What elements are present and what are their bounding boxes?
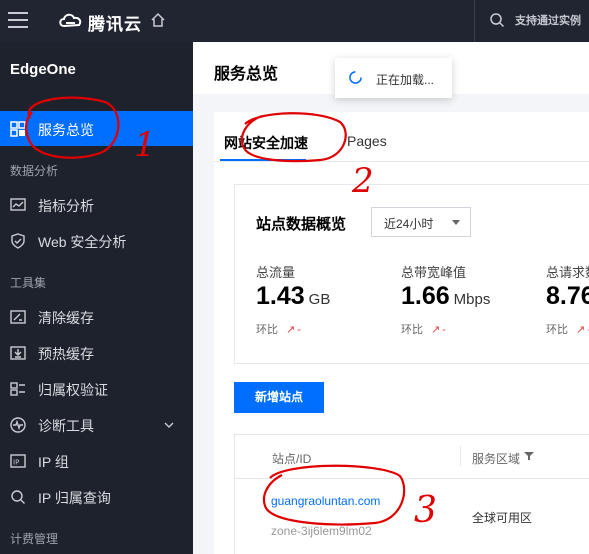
verify-icon <box>10 382 25 396</box>
main-content: 服务总览 正在加载... 网站安全加速 Pages 站点数据概览 近24小时 总… <box>193 42 589 554</box>
loading-text: 正在加载... <box>376 73 435 87</box>
page-header: 服务总览 正在加载... <box>193 42 589 98</box>
content-panel: 网站安全加速 Pages 站点数据概览 近24小时 总流量 1.43 GB 环比 ↗… <box>214 112 589 554</box>
trend-up-icon: ↗ <box>286 324 296 336</box>
active-tab-indicator <box>220 159 306 161</box>
spinner-icon <box>349 71 362 84</box>
sidebar-item-label: IP 组 <box>38 454 69 470</box>
search-icon <box>490 13 505 28</box>
metric-total-requests: 总请求数 8.76 环比↗- <box>546 262 589 362</box>
time-range-select[interactable]: 近24小时 <box>371 207 471 237</box>
zone-id: zone-3ij6lem9lm02 <box>271 524 372 538</box>
global-search[interactable]: 支持通过实例 <box>474 0 589 42</box>
sidebar-item-label: 清除缓存 <box>38 310 94 326</box>
search-icon <box>11 490 25 504</box>
search-placeholder: 支持通过实例 <box>515 15 581 27</box>
sidebar-item-label: 诊断工具 <box>38 418 94 434</box>
sidebar: EdgeOne 服务总览 数据分析 指标分析 Web 安全分析 工具集 清除缓存 <box>0 42 193 554</box>
tencent-cloud-logo-icon <box>59 13 82 28</box>
metric-compare: 环比↗- <box>256 324 301 336</box>
metric-value: 1.43 GB <box>256 282 331 310</box>
download-icon <box>10 346 26 360</box>
home-icon[interactable] <box>150 12 166 28</box>
table-row: guangraoluntan.com zone-3ij6lem9lm02 全球可… <box>235 479 589 554</box>
sidebar-item-label: 指标分析 <box>38 198 94 214</box>
ip-icon: IP <box>10 454 26 468</box>
site-data-overview: 站点数据概览 近24小时 总流量 1.43 GB 环比 ↗ - 总带宽峰值 1.66 M… <box>234 184 589 364</box>
column-header-site: 站点/ID <box>272 452 312 466</box>
sidebar-item-label: IP 归属查询 <box>38 490 111 506</box>
loading-toast: 正在加载... <box>335 58 452 98</box>
brand-name[interactable]: 腾讯云 <box>88 10 142 35</box>
sidebar-item-label: 归属权验证 <box>38 382 108 398</box>
metric-compare: 环比↗- <box>546 324 589 336</box>
chevron-down-icon[interactable] <box>163 419 175 431</box>
metric-unit: GB <box>308 291 331 308</box>
site-table: 站点/ID 服务区域 guangraoluntan.com zone-3ij6l… <box>234 434 589 554</box>
metric-label: 总流量 <box>256 265 296 280</box>
tab-site-security[interactable]: 网站安全加速 <box>224 133 308 153</box>
group-data-analysis: 数据分析 <box>10 164 59 178</box>
overview-title: 站点数据概览 <box>256 216 347 233</box>
service-region: 全球可用区 <box>472 511 533 525</box>
sidebar-item-overview[interactable]: 服务总览 <box>0 111 193 146</box>
column-header-region: 服务区域 <box>472 452 521 466</box>
chart-icon <box>10 198 26 211</box>
trend-up-icon: ↗ <box>576 324 586 336</box>
metric-value: 8.76 <box>546 282 589 310</box>
metric-compare: 环比↗- <box>401 324 446 336</box>
sidebar-item-label: 预热缓存 <box>38 346 94 362</box>
menu-icon[interactable] <box>8 12 28 28</box>
site-link[interactable]: guangraoluntan.com <box>271 494 380 508</box>
sidebar-item-diagnostics[interactable]: 诊断工具 <box>0 407 193 442</box>
sidebar-item-metrics[interactable]: 指标分析 <box>0 187 193 222</box>
caret-down-icon <box>452 220 460 225</box>
svg-text:IP: IP <box>13 459 19 467</box>
shield-icon <box>11 233 25 249</box>
sidebar-item-label: Web 安全分析 <box>38 234 127 250</box>
page-title: 服务总览 <box>214 66 279 83</box>
tab-pages[interactable]: Pages <box>347 133 387 149</box>
sidebar-item-web-security[interactable]: Web 安全分析 <box>0 223 193 258</box>
sidebar-item-prefetch[interactable]: 预热缓存 <box>0 335 193 370</box>
grid-icon <box>10 121 26 137</box>
product-title: EdgeOne <box>10 61 76 78</box>
sidebar-item-ownership-verify[interactable]: 归属权验证 <box>0 371 193 406</box>
group-billing: 计费管理 <box>10 532 59 546</box>
metric-unit: Mbps <box>453 291 491 308</box>
filter-icon[interactable] <box>524 451 534 461</box>
column-divider <box>460 446 461 466</box>
tab-divider <box>214 161 589 162</box>
time-range-value: 近24小时 <box>384 217 434 231</box>
sidebar-item-clear-cache[interactable]: 清除缓存 <box>0 299 193 334</box>
add-site-button[interactable]: 新增站点 <box>234 382 324 413</box>
table-header: 站点/ID 服务区域 <box>235 435 589 479</box>
sidebar-item-ip-group[interactable]: IP IP 组 <box>0 443 193 478</box>
pulse-icon <box>10 417 26 433</box>
sidebar-item-label: 服务总览 <box>38 122 94 138</box>
metric-label: 总请求数 <box>546 265 589 280</box>
metric-value: 1.66 Mbps <box>401 282 491 310</box>
metric-label: 总带宽峰值 <box>401 265 467 280</box>
group-tools: 工具集 <box>10 276 47 290</box>
clear-cache-icon <box>10 310 26 324</box>
top-nav-bar: 腾讯云 支持通过实例 <box>0 0 589 42</box>
sidebar-item-ip-lookup[interactable]: IP 归属查询 <box>0 479 193 514</box>
trend-up-icon: ↗ <box>431 324 441 336</box>
